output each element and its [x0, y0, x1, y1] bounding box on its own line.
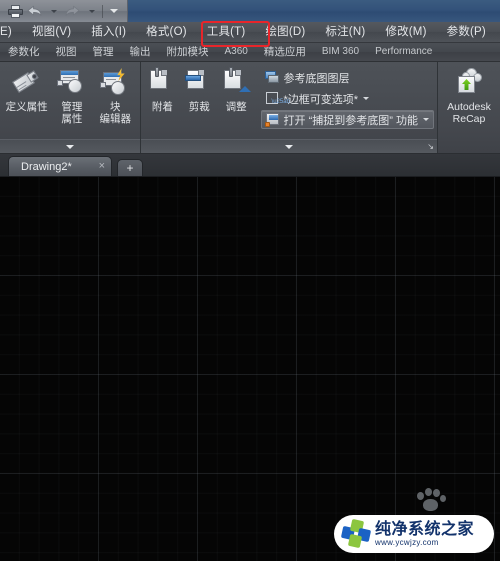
adjust-label: 调整 — [225, 101, 247, 113]
menu-item-insert[interactable]: 插入(I) — [81, 22, 136, 42]
menu-item-parametric[interactable]: 参数(P) — [437, 22, 496, 42]
panel-expand-block-definition[interactable] — [0, 139, 140, 153]
manage-attributes-label-1: 管理 — [61, 101, 83, 113]
drawing-canvas[interactable]: 纯净系统之家 www.ycwjzy.com — [0, 177, 500, 561]
chevron-down-icon[interactable] — [422, 118, 429, 121]
adjust-button[interactable]: 调整 — [218, 66, 255, 113]
frame-variable-options-button[interactable]: \u25ab *边框可变选项* — [261, 89, 434, 108]
panel-content-point-cloud: Autodesk ReCap — [438, 62, 500, 153]
clip-button[interactable]: 剪裁 — [181, 66, 218, 113]
ribbon-tab-addins[interactable]: 附加模块 — [159, 43, 217, 61]
manage-attributes-icon — [56, 68, 87, 98]
attribute-tag-icon — [11, 68, 42, 98]
document-tab-drawing2[interactable]: Drawing2* × — [8, 156, 112, 176]
chevron-down-icon[interactable] — [363, 97, 370, 100]
attach-label: 附着 — [151, 101, 173, 113]
define-attribute-button[interactable]: 定义属性 — [3, 66, 50, 113]
undo-icon[interactable] — [25, 2, 44, 20]
print-icon[interactable] — [6, 2, 25, 20]
block-editor-button[interactable]: 块 编辑器 — [94, 66, 137, 125]
autodesk-recap-label-2: ReCap — [452, 113, 486, 125]
ribbon-tab-output[interactable]: 输出 — [122, 43, 159, 61]
block-editor-icon — [100, 68, 130, 98]
ribbon-tab-bim360[interactable]: BIM 360 — [314, 43, 367, 61]
snap-to-underlay-button[interactable]: 打开 “捕捉到参考底图” 功能 — [260, 110, 434, 129]
panel-content-reference: 附着 剪裁 调整 参考底图图层 \u25ab *边框可变选项* 打开 “捕捉到参… — [141, 62, 437, 139]
clip-icon — [184, 68, 214, 98]
ribbon-tab-manage[interactable]: 管理 — [85, 43, 122, 61]
menu-item-draw[interactable]: 绘图(D) — [255, 22, 315, 42]
ribbon-panel-point-cloud: Autodesk ReCap — [438, 62, 500, 153]
underlay-layers-icon — [264, 70, 280, 85]
menu-item-tools[interactable]: 工具(T) — [197, 22, 256, 42]
attach-icon — [147, 67, 177, 98]
redo-arrow-glyph — [65, 5, 80, 18]
define-attribute-label: 定义属性 — [5, 101, 48, 113]
chevron-down-icon — [285, 144, 293, 149]
menu-bar: (E) 视图(V) 插入(I) 格式(O) 工具(T) 绘图(D) 标注(N) … — [0, 22, 500, 43]
block-editor-label-2: 编辑器 — [99, 113, 132, 125]
title-bar — [0, 0, 500, 22]
customize-quick-access-icon[interactable] — [104, 2, 123, 20]
document-tab-bar: Drawing2* × + — [0, 154, 500, 177]
menu-item-view[interactable]: 视图(V) — [22, 22, 81, 42]
chevron-down-icon — [66, 144, 74, 149]
snap-underlay-icon — [264, 112, 280, 127]
document-tab-label: Drawing2* — [21, 160, 72, 173]
undo-arrow-glyph — [27, 5, 42, 18]
attach-button[interactable]: 附着 — [144, 66, 181, 113]
dialog-launcher-icon[interactable]: ↘ — [427, 142, 434, 151]
ribbon-panel-reference: 附着 剪裁 调整 参考底图图层 \u25ab *边框可变选项* 打开 “捕捉到参… — [141, 62, 438, 153]
menu-item-format[interactable]: 格式(O) — [136, 22, 197, 42]
watermark-logo-icon — [340, 518, 372, 549]
ribbon-tab-performance[interactable]: Performance — [367, 43, 440, 61]
printer-glyph — [8, 4, 23, 18]
manage-attributes-label-2: 属性 — [61, 113, 83, 125]
redo-dropdown-icon[interactable] — [82, 2, 101, 20]
redo-icon[interactable] — [63, 2, 82, 20]
adjust-icon — [221, 67, 252, 98]
close-icon[interactable]: × — [99, 161, 105, 172]
ribbon-tab-featured-apps[interactable]: 精选应用 — [256, 43, 314, 61]
autocad-window: (E) 视图(V) 插入(I) 格式(O) 工具(T) 绘图(D) 标注(N) … — [0, 0, 500, 561]
snap-to-underlay-label: 打开 “捕捉到参考底图” 功能 — [283, 114, 418, 127]
menu-item-edit[interactable]: (E) — [0, 22, 22, 42]
watermark-text: 纯净系统之家 www.ycwjzy.com — [375, 521, 474, 548]
reference-options-column: 参考底图图层 \u25ab *边框可变选项* 打开 “捕捉到参考底图” 功能 — [260, 66, 434, 129]
autodesk-recap-label-1: Autodesk — [447, 101, 491, 113]
autodesk-recap-button[interactable]: Autodesk ReCap — [441, 66, 497, 125]
ribbon-tab-parametric[interactable]: 参数化 — [0, 43, 48, 61]
ribbon-panel-block-definition: 定义属性 管理 属性 块 编辑器 — [0, 62, 141, 153]
ribbon-panels: 定义属性 管理 属性 块 编辑器 附着 剪裁 调整 参考底图图层 \u25ab … — [0, 62, 500, 154]
frame-icon: \u25ab — [265, 91, 290, 106]
undo-dropdown-icon[interactable] — [44, 2, 63, 20]
block-editor-label-1: 块 — [110, 101, 121, 113]
underlay-layers-button[interactable]: 参考底图图层 — [261, 68, 434, 87]
frame-variable-options-label: *边框可变选项* — [283, 93, 359, 106]
ribbon-tab-view[interactable]: 视图 — [48, 43, 85, 61]
autodesk-recap-icon — [454, 68, 484, 98]
clip-label: 剪裁 — [188, 101, 210, 113]
underlay-layers-label: 参考底图图层 — [283, 72, 350, 85]
ribbon-tab-strip: 参数化 视图 管理 输出 附加模块 A360 精选应用 BIM 360 Perf… — [0, 43, 500, 62]
panel-content-block-definition: 定义属性 管理 属性 块 编辑器 — [0, 62, 140, 139]
menu-item-modify[interactable]: 修改(M) — [375, 22, 436, 42]
panel-expand-reference[interactable]: ↘ — [141, 139, 437, 153]
qat-separator — [102, 4, 103, 18]
quick-access-toolbar — [0, 0, 128, 22]
watermark-brand: 纯净系统之家 — [375, 520, 475, 538]
ribbon-tab-a360[interactable]: A360 — [217, 43, 256, 61]
menu-item-dimension[interactable]: 标注(N) — [315, 22, 375, 42]
paw-print-icon — [414, 487, 448, 513]
new-tab-button[interactable]: + — [117, 159, 143, 176]
watermark-url: www.ycwjzy.com — [375, 537, 439, 547]
watermark: 纯净系统之家 www.ycwjzy.com — [334, 515, 494, 553]
manage-attributes-button[interactable]: 管理 属性 — [50, 66, 93, 125]
